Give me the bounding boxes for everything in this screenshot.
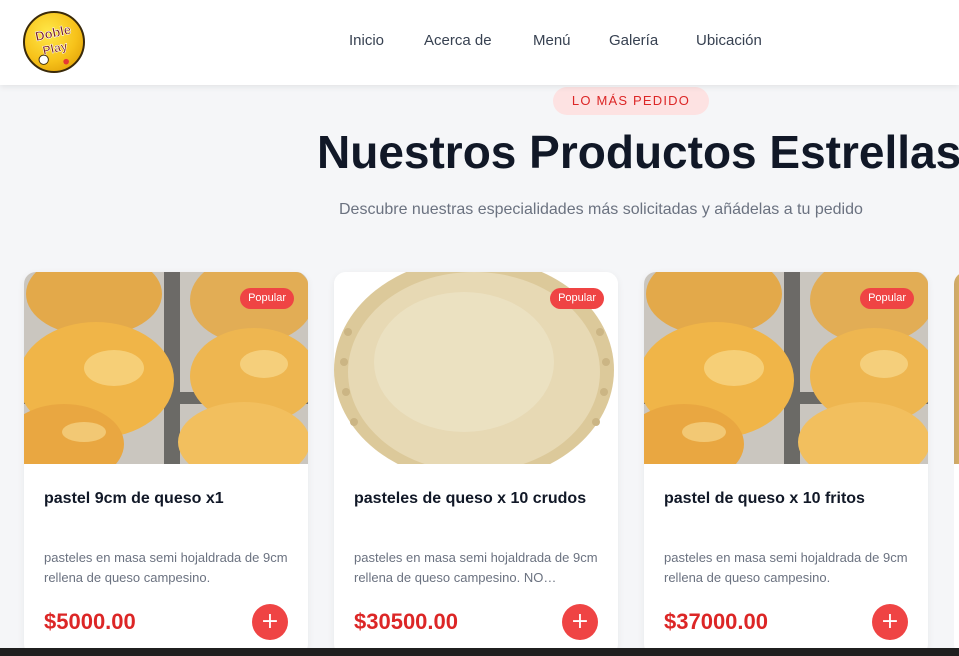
- main-nav: Inicio Acerca de Menú Galería Ubicación: [0, 0, 959, 85]
- nav-link-inicio[interactable]: Inicio: [349, 32, 384, 49]
- product-image: Popular: [24, 272, 308, 464]
- product-image: [954, 272, 959, 464]
- product-name: pasteles de queso x 10 crudos: [354, 490, 587, 507]
- section-badge: LO MÁS PEDIDO: [553, 87, 709, 115]
- product-card[interactable]: Popular pasteles de queso x 10 crudos pa…: [334, 272, 618, 656]
- product-card[interactable]: Popular pastel 9cm de queso x1 pasteles …: [24, 272, 308, 656]
- bottom-edge: [0, 648, 959, 656]
- product-price: $5000.00: [44, 609, 136, 634]
- add-to-cart-button[interactable]: +: [252, 604, 288, 640]
- section-title-text: Nuestros Productos Estrellas: [317, 126, 959, 178]
- add-to-cart-button[interactable]: +: [562, 604, 598, 640]
- product-description: pasteles en masa semi hojaldrada de 9cm …: [354, 550, 598, 585]
- product-price: $30500.00: [354, 609, 458, 634]
- product-card-partial[interactable]: [954, 272, 959, 656]
- navbar: Doble Play Inicio Acerca de Menú Galería…: [0, 0, 959, 85]
- product-image: Popular: [334, 272, 618, 464]
- nav-link-menu[interactable]: Menú: [533, 32, 571, 49]
- nav-link-galeria[interactable]: Galería: [609, 32, 658, 49]
- product-description: pasteles en masa semi hojaldrada de 9cm …: [664, 550, 908, 585]
- nav-link-acerca[interactable]: Acerca de: [424, 32, 492, 49]
- product-description: pasteles en masa semi hojaldrada de 9cm …: [44, 550, 288, 585]
- product-name: pastel de queso x 10 fritos: [664, 490, 865, 507]
- popular-badge: Popular: [240, 288, 294, 309]
- popular-badge: Popular: [860, 288, 914, 309]
- nav-link-ubicacion[interactable]: Ubicación: [696, 32, 762, 49]
- product-image: Popular: [644, 272, 928, 464]
- product-card[interactable]: Popular pastel de queso x 10 fritos past…: [644, 272, 928, 656]
- add-to-cart-button[interactable]: +: [872, 604, 908, 640]
- popular-badge: Popular: [550, 288, 604, 309]
- product-price: $37000.00: [664, 609, 768, 634]
- product-name: pastel 9cm de queso x1: [44, 490, 224, 507]
- section-subtitle: Descubre nuestras especialidades más sol…: [339, 201, 863, 218]
